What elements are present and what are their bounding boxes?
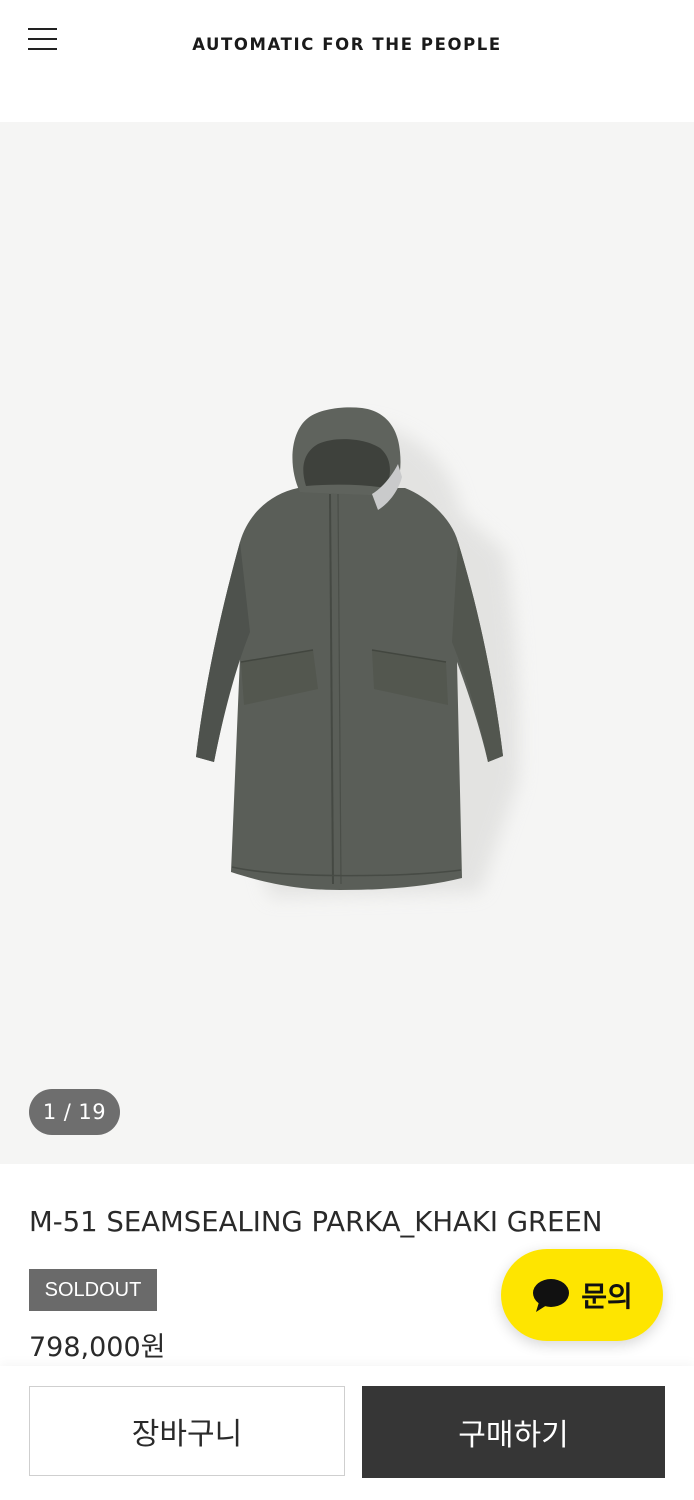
product-image <box>196 407 519 897</box>
image-counter-current: 1 <box>42 1100 57 1124</box>
status-badge: SOLDOUT <box>29 1269 157 1311</box>
product-title: M-51 SEAMSEALING PARKA_KHAKI GREEN <box>29 1206 603 1238</box>
image-counter-separator: / <box>63 1100 72 1124</box>
bottom-action-bar: 장바구니 구매하기 <box>0 1366 694 1500</box>
chat-inquiry-label: 문의 <box>581 1280 633 1313</box>
speech-bubble-icon <box>533 1279 570 1312</box>
product-price: 798,000원 <box>29 1332 166 1363</box>
buy-now-button[interactable]: 구매하기 <box>362 1386 665 1478</box>
image-counter: 1 / 19 <box>29 1089 120 1135</box>
add-to-cart-button[interactable]: 장바구니 <box>29 1386 345 1476</box>
header: AUTOMATIC FOR THE PEOPLE <box>0 0 694 122</box>
chat-inquiry-button[interactable]: 문의 <box>501 1249 663 1341</box>
image-counter-total: 19 <box>78 1100 107 1124</box>
brand-logo[interactable]: AUTOMATIC FOR THE PEOPLE <box>0 35 694 54</box>
product-image-gallery[interactable]: 1 / 19 <box>0 122 694 1164</box>
